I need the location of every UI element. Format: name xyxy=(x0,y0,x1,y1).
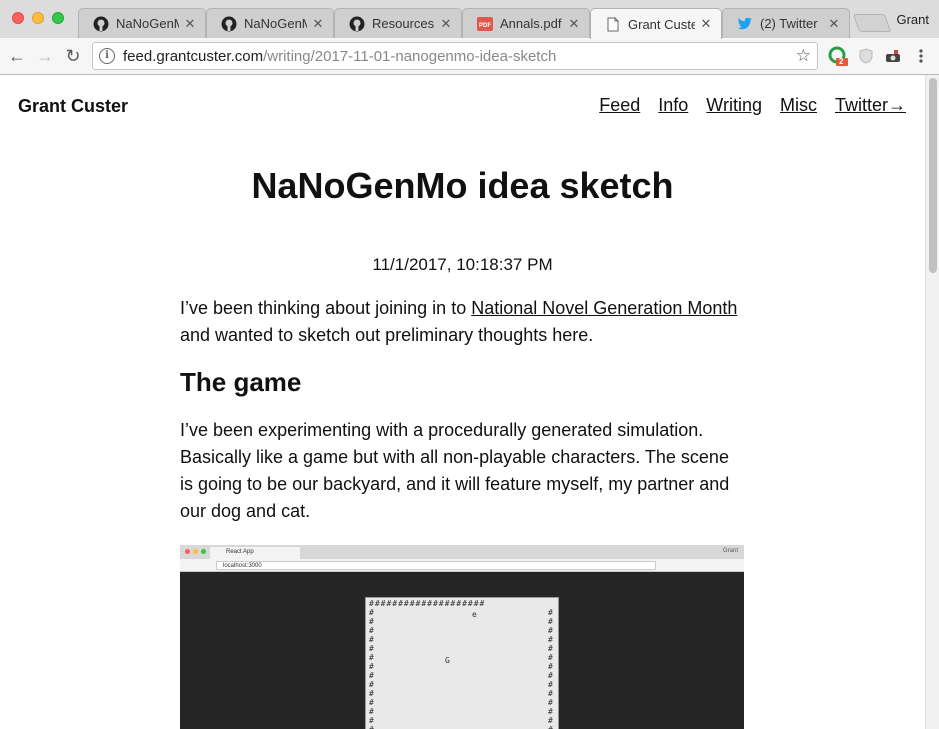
tab-label: Grant Custer xyxy=(628,16,695,32)
post-date: 11/1/2017, 10:18:37 PM xyxy=(372,255,553,274)
reload-button[interactable]: ↻ xyxy=(62,45,84,67)
tab-label: Resources · I xyxy=(372,16,435,31)
screenshot-close-dot xyxy=(185,549,190,554)
document-icon xyxy=(605,16,621,32)
tab-strip: NaNoGenMo ✕ NaNoGenMo ✕ Resources · I ✕ … xyxy=(0,0,939,39)
nanogenmo-link[interactable]: National Novel Generation Month xyxy=(471,298,737,318)
minimize-window-button[interactable] xyxy=(32,12,44,24)
extension-icon[interactable]: 2 xyxy=(828,46,848,66)
screenshot-url: localhost:3000 xyxy=(216,561,656,570)
profile-name[interactable]: Grant xyxy=(896,12,929,27)
browser-chrome: NaNoGenMo ✕ NaNoGenMo ✕ Resources · I ✕ … xyxy=(0,0,939,75)
scrollbar-thumb[interactable] xyxy=(929,78,937,273)
address-bar[interactable]: i feed.grantcuster.com/writing/2017-11-0… xyxy=(92,42,818,70)
tab-nanogenmo-1[interactable]: NaNoGenMo ✕ xyxy=(78,8,206,38)
nav-feed-link[interactable]: Feed xyxy=(599,95,640,116)
close-icon[interactable]: ✕ xyxy=(311,16,325,31)
menu-dots-icon[interactable] xyxy=(911,46,931,66)
tab-label: NaNoGenMo xyxy=(116,16,179,31)
tab-label: Annals.pdf – xyxy=(500,16,563,31)
scrollbar[interactable] xyxy=(925,75,939,729)
extension-badge: 2 xyxy=(839,57,844,66)
info-icon[interactable]: i xyxy=(99,48,115,64)
nav-info-link[interactable]: Info xyxy=(658,95,688,116)
github-icon xyxy=(221,16,237,32)
close-icon[interactable]: ✕ xyxy=(827,16,841,31)
page-content: Grant Custer Feed Info Writing Misc Twit… xyxy=(0,75,925,729)
tab-nanogenmo-2[interactable]: NaNoGenMo ✕ xyxy=(206,8,334,38)
section-heading: The game xyxy=(180,367,302,397)
screenshot-max-dot xyxy=(201,549,206,554)
pdf-icon: PDF xyxy=(477,16,493,32)
nav-misc-link[interactable]: Misc xyxy=(780,95,817,116)
twitter-icon xyxy=(737,16,753,32)
intro-paragraph: I’ve been thinking about joining in to N… xyxy=(180,295,745,349)
tab-resources[interactable]: Resources · I ✕ xyxy=(334,8,462,38)
close-icon[interactable]: ✕ xyxy=(567,16,581,31)
wall-right: ############### xyxy=(548,608,553,729)
close-icon[interactable]: ✕ xyxy=(183,16,197,31)
tab-annals-pdf[interactable]: PDF Annals.pdf – ✕ xyxy=(462,8,590,38)
game-paragraph: I’ve been experimenting with a procedura… xyxy=(180,420,730,521)
screenshot-toolbar: localhost:3000 xyxy=(180,559,744,572)
post-title: NaNoGenMo idea sketch xyxy=(251,165,674,206)
close-icon[interactable]: ✕ xyxy=(439,16,453,31)
svg-text:PDF: PDF xyxy=(479,23,491,29)
site-nav: Feed Info Writing Misc Twitter→ xyxy=(599,95,906,116)
intro-text: I’ve been thinking about joining in to xyxy=(180,298,472,318)
new-tab-button[interactable] xyxy=(852,14,892,32)
character-e: e xyxy=(472,610,477,619)
screenshot-min-dot xyxy=(193,549,198,554)
tab-twitter[interactable]: (2) Twitter ✕ xyxy=(722,8,850,38)
nav-writing-link[interactable]: Writing xyxy=(706,95,762,116)
wall-top: #################### xyxy=(369,599,486,608)
nav-twitter-link[interactable]: Twitter→ xyxy=(835,95,906,116)
embedded-screenshot: React App Grant localhost:3000 #########… xyxy=(180,545,744,729)
maximize-window-button[interactable] xyxy=(52,12,64,24)
github-icon xyxy=(349,16,365,32)
tab-label: (2) Twitter xyxy=(760,16,818,31)
github-icon xyxy=(93,16,109,32)
screenshot-tab: React App xyxy=(210,547,300,559)
shield-icon[interactable] xyxy=(856,46,876,66)
close-icon[interactable]: ✕ xyxy=(699,17,713,31)
toolbar: ← → ↻ i feed.grantcuster.com/writing/201… xyxy=(0,38,939,74)
character-g: G xyxy=(445,656,450,665)
screenshot-tabbar: React App Grant xyxy=(180,545,744,559)
simulation-frame: #################### # # # # # # # # # # # # # # # # # #… xyxy=(365,597,559,729)
back-button[interactable]: ← xyxy=(6,45,28,67)
site-title[interactable]: Grant Custer xyxy=(18,96,128,117)
wall-left: ############### xyxy=(369,608,374,729)
bookmark-star-icon[interactable]: ☆ xyxy=(796,46,811,66)
camera-extension-icon[interactable] xyxy=(883,46,903,66)
forward-button[interactable]: → xyxy=(34,45,56,67)
url-text[interactable]: feed.grantcuster.com/writing/2017-11-01-… xyxy=(123,48,556,65)
screenshot-profile: Grant xyxy=(722,548,738,554)
tab-grant-custer[interactable]: Grant Custer ✕ xyxy=(590,8,722,39)
tab-label: NaNoGenMo xyxy=(244,16,307,31)
article-body: I’ve been thinking about joining in to N… xyxy=(180,295,745,541)
close-window-button[interactable] xyxy=(12,12,24,24)
intro-text-end: and wanted to sketch out preliminary tho… xyxy=(180,325,594,345)
